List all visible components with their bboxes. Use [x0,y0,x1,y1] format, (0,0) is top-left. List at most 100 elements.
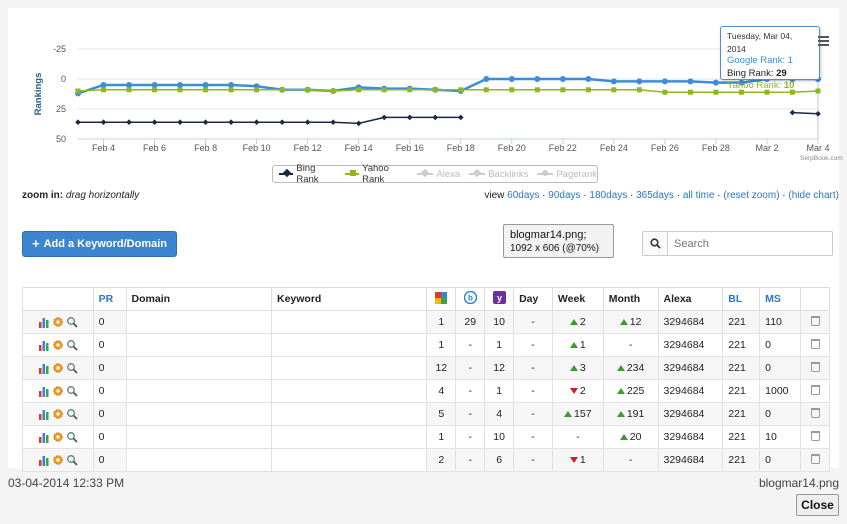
col-bing[interactable]: b [455,287,486,311]
col-domain[interactable]: Domain [125,287,272,311]
add-keyword-button[interactable]: + Add a Keyword/Domain [22,231,177,257]
col-pr[interactable]: PR [92,287,127,311]
bing-rank-point [457,114,464,121]
legend-bing-rank[interactable]: Bing Rank [279,163,336,185]
row-actions [22,448,94,472]
cell-domain [125,425,272,449]
arrow-up-icon [619,434,628,441]
magnifier-icon[interactable] [66,454,78,466]
col-week[interactable]: Week [551,287,604,311]
chart-icon[interactable] [38,385,50,397]
chart-icon[interactable] [38,431,50,443]
cell-ms: 0 [759,356,802,380]
col-yahoo[interactable]: y [484,287,515,311]
col-month[interactable]: Month [602,287,659,311]
reset-zoom-link[interactable]: (reset zoom) [723,190,779,201]
chart-icon[interactable] [38,454,50,466]
trash-icon[interactable] [810,407,820,418]
arrow-up-icon [616,411,625,418]
x-tick-label: Feb 26 [651,143,679,153]
row-actions [22,425,94,449]
bing-rank-point [228,119,234,126]
google-rank-point [610,78,617,85]
magnifier-icon[interactable] [66,408,78,420]
chart-icon[interactable] [38,362,50,374]
trash-icon[interactable] [810,453,820,464]
col-actions [22,287,94,311]
gear-icon[interactable] [52,385,64,397]
cell-keyword [270,333,428,357]
cell-keyword [270,425,428,449]
trash-icon[interactable] [810,315,820,326]
col-day[interactable]: Day [513,287,553,311]
magnifier-icon[interactable] [66,339,78,351]
close-button[interactable]: Close [796,494,839,516]
magnifier-icon[interactable] [66,431,78,443]
chart-tooltip: Tuesday, Mar 04, 2014 Google Rank: 1 Bin… [720,26,820,91]
bing-rank-point [432,114,439,121]
cell-bl: 221 [722,379,761,403]
google-rank-point [177,82,184,88]
yahoo-rank-point [356,87,362,93]
yahoo-rank-point [228,87,234,93]
gear-icon[interactable] [52,431,64,443]
trash-icon[interactable] [810,338,820,349]
cell-week: - [551,425,604,449]
google-icon [435,291,448,304]
cell-yahoo-rank: 12 [484,356,515,380]
trash-icon[interactable] [810,430,820,441]
yahoo-icon: y [492,291,506,304]
view-60days-link[interactable]: 60days [507,190,539,201]
cell-pr: 0 [92,333,127,357]
search-input[interactable] [668,232,832,255]
gear-icon[interactable] [52,316,64,328]
chart-icon[interactable] [38,408,50,420]
magnifier-icon[interactable] [66,362,78,374]
cell-pr: 0 [92,356,127,380]
view-180days-link[interactable]: 180days [589,190,627,201]
gear-icon[interactable] [52,339,64,351]
cell-keyword [270,379,428,403]
chart-menu-icon[interactable] [818,36,829,47]
hide-chart-link[interactable]: (hide chart) [788,190,839,201]
search-icon[interactable] [643,232,668,255]
cell-pr: 0 [92,402,127,426]
col-bl[interactable]: BL [722,287,761,311]
cell-domain [125,402,272,426]
yahoo-rank-point [458,87,464,93]
col-google[interactable] [426,287,457,311]
chart-icon[interactable] [38,316,50,328]
yahoo-rank-point [483,87,489,93]
magnifier-icon[interactable] [66,385,78,397]
cell-yahoo-rank: 6 [484,448,515,472]
chart-credit: SerpBook.com [800,155,843,162]
col-ms[interactable]: MS [759,287,802,311]
tooltip-google-value: 1 [787,55,794,66]
view-all-time-link[interactable]: all time [683,190,715,201]
col-alexa[interactable]: Alexa [657,287,724,311]
cell-delete [800,379,830,403]
legend-backlinks[interactable]: Backlinks [469,169,528,180]
trash-icon[interactable] [810,384,820,395]
chart-icon[interactable] [38,339,50,351]
legend-alexa[interactable]: Alexa [417,169,460,180]
arrow-up-icon [569,319,578,326]
yahoo-rank-point [687,89,693,95]
magnifier-icon[interactable] [66,316,78,328]
legend-yahoo-rank[interactable]: Yahoo Rank [344,163,409,185]
legend-pagerank[interactable]: Pagerank [537,169,597,180]
gear-icon[interactable] [52,454,64,466]
gear-icon[interactable] [52,408,64,420]
google-rank-point [126,82,133,88]
view-365days-link[interactable]: 365days [636,190,674,201]
gear-icon[interactable] [52,362,64,374]
trash-icon[interactable] [810,361,820,372]
cell-day: - [513,402,553,426]
google-rank-point [483,76,490,82]
google-rank-point [687,78,694,85]
x-tick-label: Feb 22 [549,143,577,153]
view-90days-link[interactable]: 90days [548,190,580,201]
col-keyword[interactable]: Keyword [270,287,428,311]
rankings-chart[interactable]: -25 0 25 50 Rankings Feb 4 Feb 6 Feb 8 Feb 10 Feb… [8,8,839,188]
cell-google-rank: 5 [426,402,457,426]
